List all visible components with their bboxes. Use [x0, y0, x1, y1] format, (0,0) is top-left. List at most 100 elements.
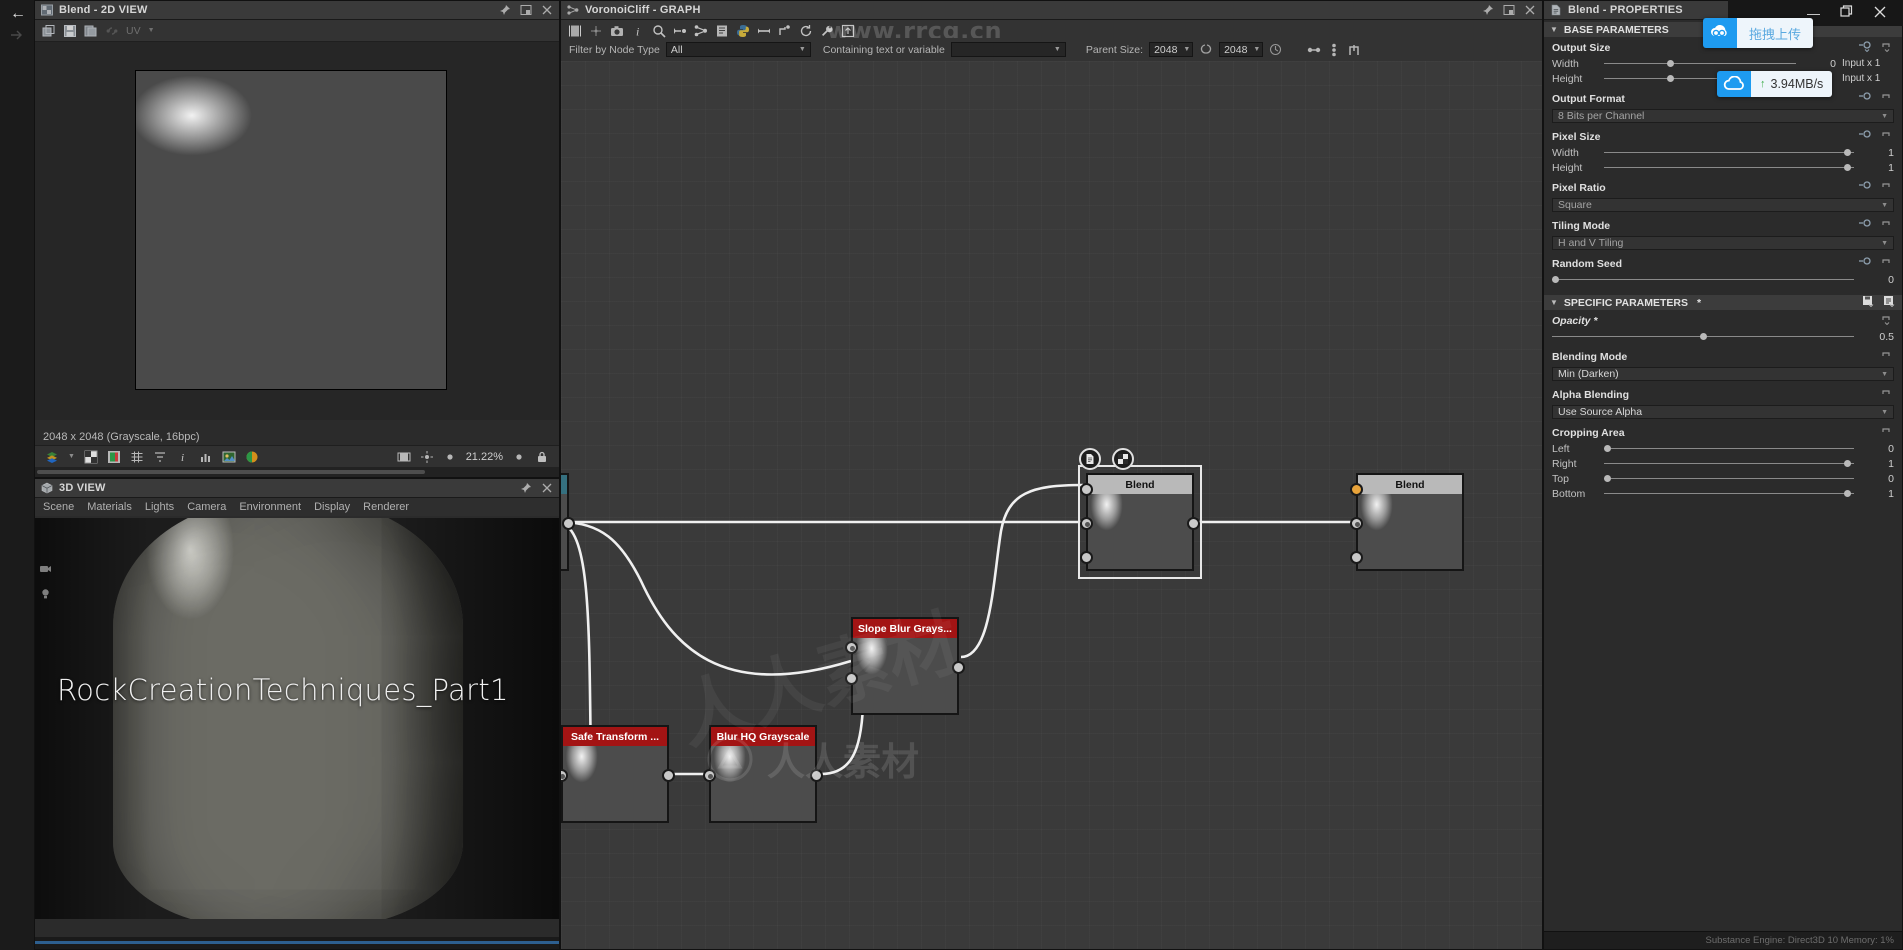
section-specific-parameters[interactable]: ▼ SPECIFIC PARAMETERS *	[1544, 295, 1902, 310]
node-input-plug-background[interactable]	[1080, 483, 1093, 496]
checker-icon[interactable]	[84, 450, 98, 464]
link-icon[interactable]	[105, 24, 119, 38]
node-blend-1[interactable]: Blend	[1080, 473, 1200, 571]
menu-item-environment[interactable]: Environment	[239, 501, 301, 513]
back-arrow-icon[interactable]: ←	[8, 5, 28, 23]
close-icon[interactable]	[1524, 4, 1536, 16]
reset-param-icon[interactable]	[1881, 388, 1894, 402]
preset-save-icon[interactable]	[1862, 295, 1875, 310]
node-slope-blur-grayscale[interactable]: Slope Blur Grays...	[845, 617, 965, 715]
vertical-align-icon[interactable]	[1327, 43, 1341, 57]
channels-icon[interactable]	[245, 450, 259, 464]
node-input-plug-foreground[interactable]	[1350, 517, 1363, 530]
center-icon[interactable]	[420, 450, 434, 464]
reset-param-icon[interactable]	[1881, 350, 1894, 364]
dot-icon[interactable]	[443, 450, 457, 464]
search-icon[interactable]	[652, 24, 666, 38]
row-value[interactable]: 1	[1860, 488, 1894, 500]
node-badge-thumbnail-icon[interactable]	[1112, 448, 1134, 470]
crop-right-slider[interactable]	[1604, 458, 1854, 469]
pin-icon[interactable]	[499, 4, 511, 16]
pin-icon[interactable]	[520, 482, 532, 494]
align-icon[interactable]	[778, 24, 792, 38]
grid-icon[interactable]	[130, 450, 144, 464]
link-param-icon[interactable]	[1859, 92, 1872, 106]
connect-icon[interactable]	[1307, 43, 1321, 57]
camera-icon[interactable]	[39, 562, 52, 575]
menu-item-renderer[interactable]: Renderer	[363, 501, 409, 513]
fit-icon[interactable]	[397, 450, 411, 464]
output-size-width-slider[interactable]	[1604, 58, 1796, 69]
containing-text-input[interactable]: ▼	[950, 42, 1066, 57]
drag-upload-overlay[interactable]: 拖拽上传	[1703, 18, 1814, 48]
node-input-plug-background[interactable]	[1350, 483, 1363, 496]
2d-view-canvas[interactable]	[35, 42, 559, 420]
save-icon[interactable]	[63, 24, 77, 38]
row-value[interactable]: 1	[1860, 458, 1894, 470]
close-icon[interactable]	[541, 482, 553, 494]
reset-param-icon[interactable]	[1881, 41, 1894, 55]
refresh-icon[interactable]	[799, 24, 813, 38]
uv-label[interactable]: UV	[126, 25, 141, 37]
zoom-level[interactable]: 21.22%	[466, 451, 503, 463]
chain-icon[interactable]	[1199, 43, 1213, 57]
crop-top-slider[interactable]	[1604, 473, 1854, 484]
pixel-size-height-slider[interactable]	[1604, 162, 1854, 173]
python-icon[interactable]	[736, 24, 750, 38]
connect-arrows-icon[interactable]	[757, 24, 771, 38]
menu-item-display[interactable]: Display	[314, 501, 350, 513]
menu-item-lights[interactable]: Lights	[145, 501, 174, 513]
alpha-blending-select[interactable]: Use Source Alpha ▼	[1552, 405, 1894, 419]
size-select[interactable]: 2048 ▼	[1219, 42, 1264, 57]
row-value[interactable]: 0	[1860, 443, 1894, 455]
lock-icon[interactable]	[535, 450, 549, 464]
node-output-plug[interactable]	[562, 517, 575, 530]
2d-view-scrollbar[interactable]	[35, 467, 559, 477]
parent-size-select[interactable]: 2048 ▼	[1149, 42, 1194, 57]
node-blur-hq-grayscale[interactable]: Blur HQ Grayscale	[703, 725, 823, 823]
reset-param-icon[interactable]	[1881, 181, 1894, 195]
move-icon[interactable]	[589, 24, 603, 38]
light-icon[interactable]	[39, 587, 52, 600]
reset-param-icon[interactable]	[1881, 314, 1894, 328]
node-input-plug[interactable]	[703, 769, 716, 782]
output-format-select[interactable]: 8 Bits per Channel ▼	[1552, 109, 1894, 123]
select-icon[interactable]	[568, 24, 582, 38]
row-value[interactable]: 0	[1802, 58, 1836, 70]
link-param-icon[interactable]	[1859, 181, 1872, 195]
graph-canvas[interactable]: rectional Warp Blend Ble	[561, 61, 1542, 949]
node-directional-warp[interactable]: rectional Warp	[561, 473, 575, 571]
forward-arrow-icon[interactable]	[8, 28, 26, 44]
info-icon[interactable]: i	[176, 450, 190, 464]
crop-left-slider[interactable]	[1604, 443, 1854, 454]
close-icon[interactable]	[1873, 5, 1887, 22]
node-link-icon[interactable]	[673, 24, 687, 38]
duplicate-icon[interactable]	[84, 24, 98, 38]
upload-speed-overlay[interactable]: ↑ 3.94MB/s	[1717, 71, 1833, 97]
zoom-dot-icon[interactable]	[512, 450, 526, 464]
camera-icon[interactable]	[610, 24, 624, 38]
video-progress-bar[interactable]	[35, 937, 676, 949]
copy-icon[interactable]	[42, 24, 56, 38]
row-value[interactable]: 1	[1860, 162, 1894, 174]
reset-param-icon[interactable]	[1881, 130, 1894, 144]
reset-param-icon[interactable]	[1881, 257, 1894, 271]
layers-chevron-down-icon[interactable]: ▼	[68, 453, 75, 460]
layers-icon[interactable]	[45, 450, 59, 464]
row-value[interactable]: 0	[1860, 473, 1894, 485]
reset-param-icon[interactable]	[1881, 426, 1894, 440]
image-compare-icon[interactable]	[222, 450, 236, 464]
menu-item-scene[interactable]: Scene	[43, 501, 74, 513]
link-param-icon[interactable]	[1859, 130, 1872, 144]
3d-view-canvas[interactable]: RockCreationTechniques_Part1	[35, 518, 559, 919]
node-input-plug-foreground[interactable]	[1080, 517, 1093, 530]
blending-mode-select[interactable]: Min (Darken) ▼	[1552, 367, 1894, 381]
histogram-icon[interactable]	[199, 450, 213, 464]
arrange-icon[interactable]	[1347, 43, 1361, 57]
float-icon[interactable]	[1503, 4, 1515, 16]
row-value[interactable]: 1	[1860, 147, 1894, 159]
list-icon[interactable]	[715, 24, 729, 38]
reset-icon[interactable]	[1269, 43, 1283, 57]
pixel-ratio-select[interactable]: Square ▼	[1552, 198, 1894, 212]
menu-item-camera[interactable]: Camera	[187, 501, 226, 513]
